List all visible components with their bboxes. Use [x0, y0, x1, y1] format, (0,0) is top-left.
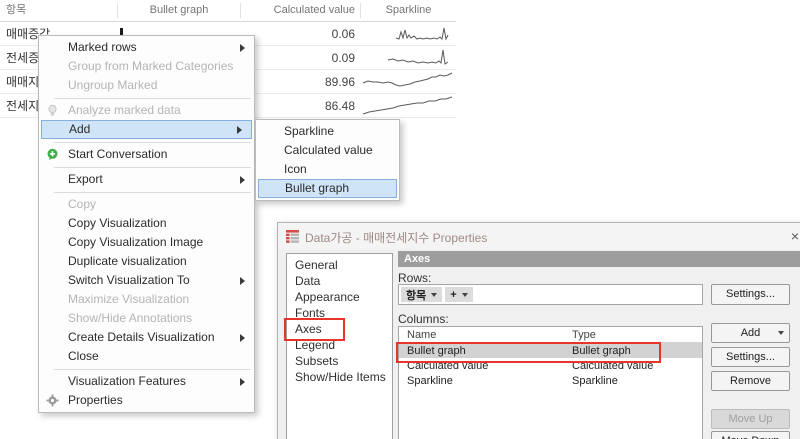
screen: 항목 Bullet graph Calculated value Sparkli… [0, 0, 800, 439]
sparkline-cell [360, 22, 455, 45]
nav-item-general[interactable]: General [287, 257, 392, 273]
dialog-nav-list: General Data Appearance Fonts Axes Legen… [286, 253, 393, 439]
column-header-calculated-value[interactable]: Calculated value [241, 3, 361, 18]
type-column-header: Type [572, 328, 596, 341]
menu-item-switch-visualization-to[interactable]: Switch Visualization To [39, 271, 254, 290]
menu-item-maximize-visualization[interactable]: Maximize Visualization [39, 290, 254, 309]
menu-item-start-conversation[interactable]: Start Conversation [39, 145, 254, 164]
sparkline-chart [395, 27, 449, 41]
nav-item-subsets[interactable]: Subsets [287, 353, 392, 369]
lightbulb-icon [48, 104, 57, 116]
menu-item-analyze-marked-data[interactable]: Analyze marked data [39, 101, 254, 120]
dialog-title: Data가공 - 매매전세지수 Properties [305, 231, 488, 245]
submenu-item-icon[interactable]: Icon [256, 160, 399, 179]
chevron-down-icon [431, 292, 438, 297]
section-header: Axes [398, 251, 800, 267]
rows-axis-selector[interactable]: 항목 + [398, 284, 703, 305]
calculated-value-cell: 89.96 [324, 74, 355, 89]
annotation-box-bullet-graph-row [396, 342, 661, 363]
columns-settings-button[interactable]: Settings... [711, 347, 790, 367]
submenu-item-sparkline[interactable]: Sparkline [256, 122, 399, 141]
nav-item-data[interactable]: Data [287, 273, 392, 289]
menu-item-properties[interactable]: Properties [39, 391, 254, 410]
submenu-arrow-icon [240, 377, 245, 386]
menu-item-ungroup-marked[interactable]: Ungroup Marked [39, 76, 254, 95]
menu-item-show-hide-annotations[interactable]: Show/Hide Annotations [39, 309, 254, 328]
columns-table-header: Name Type [399, 327, 702, 343]
chevron-down-icon [778, 331, 784, 335]
move-down-button[interactable]: Move Down [711, 431, 790, 439]
add-submenu: Sparkline Calculated value Icon Bullet g… [255, 119, 400, 201]
menu-item-copy[interactable]: Copy [39, 195, 254, 214]
conversation-icon [47, 148, 58, 160]
menu-item-visualization-features[interactable]: Visualization Features [39, 372, 254, 391]
nav-item-show-hide-items[interactable]: Show/Hide Items [287, 369, 392, 385]
menu-item-copy-visualization-image[interactable]: Copy Visualization Image [39, 233, 254, 252]
column-header-item[interactable]: 항목 [0, 3, 118, 18]
gear-icon [46, 394, 59, 407]
rows-axis-add-chip[interactable]: + [445, 287, 473, 302]
sparkline-cell [360, 94, 455, 117]
annotation-box-axes [284, 318, 345, 341]
table-visualization-icon [286, 230, 299, 243]
sparkline-cell [360, 70, 455, 93]
menu-separator [54, 167, 251, 168]
menu-item-group-from-marked-categories[interactable]: Group from Marked Categories [39, 57, 254, 76]
move-up-button[interactable]: Move Up [711, 409, 790, 429]
add-button[interactable]: Add [711, 323, 790, 343]
menu-item-add[interactable]: Add [41, 120, 252, 139]
menu-item-export[interactable]: Export [39, 170, 254, 189]
menu-item-create-details-visualization[interactable]: Create Details Visualization [39, 328, 254, 347]
rows-settings-button[interactable]: Settings... [711, 284, 790, 305]
sparkline-chart [362, 72, 453, 87]
menu-separator [54, 369, 251, 370]
sparkline-chart [387, 49, 449, 65]
columns-table-row-sparkline[interactable]: Sparkline Sparkline [399, 373, 702, 388]
sparkline-chart [362, 96, 453, 114]
submenu-arrow-icon [237, 125, 242, 134]
column-header-sparkline[interactable]: Sparkline [361, 3, 456, 18]
rows-axis-column-chip[interactable]: 항목 [401, 287, 443, 302]
submenu-arrow-icon [240, 175, 245, 184]
dialog-title-bar[interactable]: Data가공 - 매매전세지수 Properties × [278, 223, 800, 249]
submenu-arrow-icon [240, 43, 245, 52]
column-header-bullet-graph[interactable]: Bullet graph [118, 3, 241, 18]
columns-label: Columns: [398, 312, 449, 326]
name-column-header: Name [407, 328, 437, 341]
chevron-down-icon [461, 292, 468, 297]
calculated-value-cell: 86.48 [324, 98, 355, 113]
remove-button[interactable]: Remove [711, 371, 790, 391]
table-header-row: 항목 Bullet graph Calculated value Sparkli… [0, 0, 456, 22]
submenu-arrow-icon [240, 333, 245, 342]
submenu-arrow-icon [240, 276, 245, 285]
close-icon[interactable]: × [785, 226, 800, 246]
menu-item-copy-visualization[interactable]: Copy Visualization [39, 214, 254, 233]
calculated-value-cell: 0.06 [331, 26, 355, 41]
calculated-value-cell: 0.09 [331, 50, 355, 65]
menu-item-duplicate-visualization[interactable]: Duplicate visualization [39, 252, 254, 271]
menu-item-close[interactable]: Close [39, 347, 254, 366]
properties-dialog: Data가공 - 매매전세지수 Properties × General Dat… [277, 222, 800, 439]
menu-separator [54, 98, 251, 99]
submenu-item-calculated-value[interactable]: Calculated value [256, 141, 399, 160]
context-menu: Marked rows Group from Marked Categories… [38, 35, 255, 413]
submenu-item-bullet-graph[interactable]: Bullet graph [258, 179, 397, 198]
rows-label: Rows: [398, 271, 432, 285]
menu-separator [54, 142, 251, 143]
sparkline-cell [360, 46, 455, 69]
menu-separator [54, 192, 251, 193]
menu-item-marked-rows[interactable]: Marked rows [39, 38, 254, 57]
nav-item-appearance[interactable]: Appearance [287, 289, 392, 305]
